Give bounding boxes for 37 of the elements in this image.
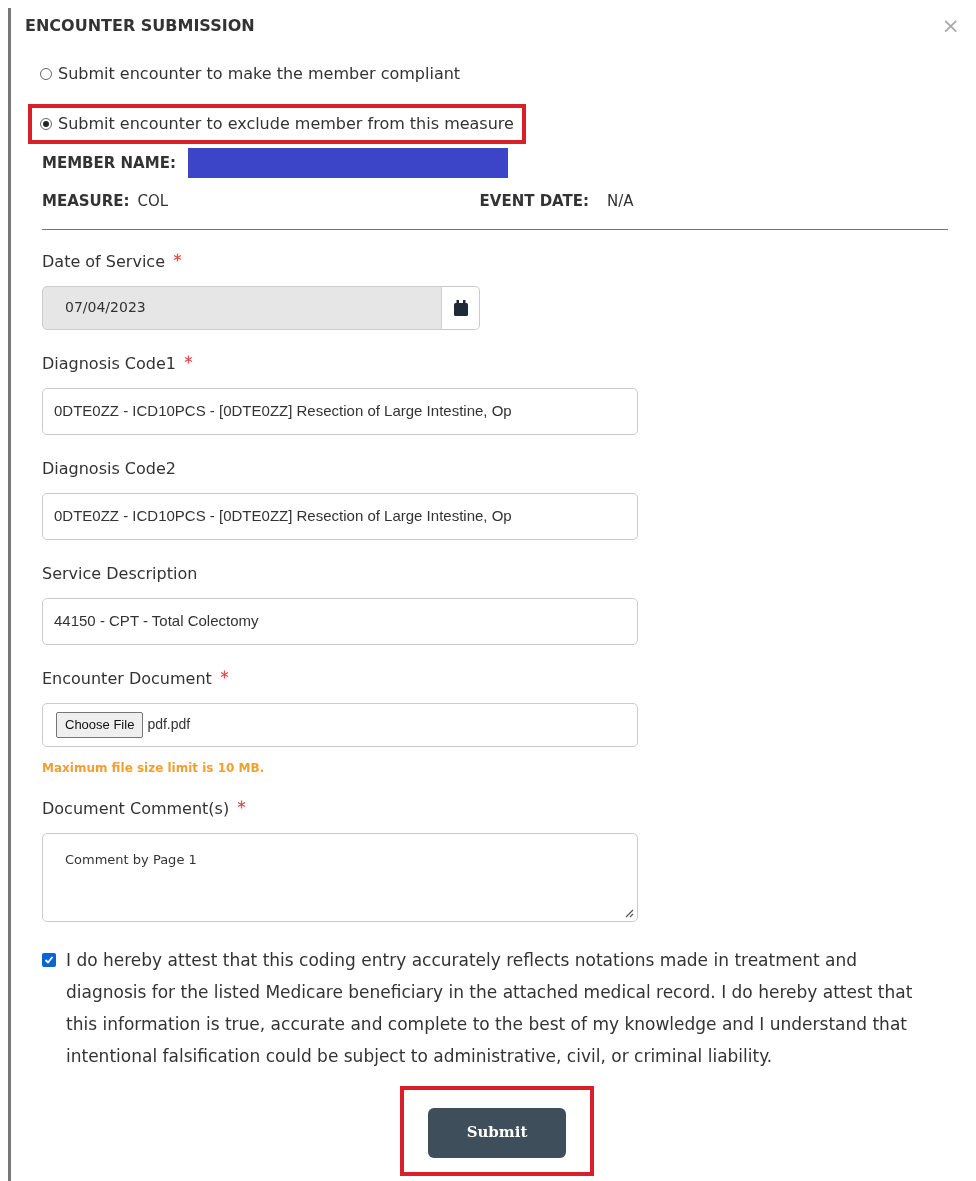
required-asterisk-icon [237, 799, 247, 809]
measure-value: COL [137, 191, 170, 212]
event-date-value: N/A [607, 191, 634, 212]
field-label: Encounter Document [42, 667, 212, 690]
field-label: Service Description [42, 562, 198, 585]
file-size-hint: Maximum file size limit is 10 MB. [42, 759, 266, 777]
choose-file-button[interactable]: Choose File [56, 711, 144, 738]
date-field[interactable]: 07/04/2023 [42, 285, 442, 330]
file-name: pdf.pdf [147, 715, 191, 734]
calendar-icon [453, 299, 468, 316]
file-input-field[interactable]: Choose File pdf.pdf [42, 702, 638, 747]
input-field[interactable]: 0DTE0ZZ - ICD10PCS - [0DTE0ZZ] Resection of Large Intestine, Op [42, 387, 638, 435]
input-field[interactable]: 0DTE0ZZ - ICD10PCS - [0DTE0ZZ] Resection of Large Intestine, Op [42, 492, 638, 540]
comment-textarea[interactable]: Comment by Page 1 [42, 832, 638, 922]
field-label: Diagnosis Code1 [42, 352, 176, 375]
radio-option[interactable]: Submit encounter to make the member compliant [28, 54, 473, 94]
required-asterisk-icon [219, 669, 229, 679]
radio-option[interactable]: Submit encounter to exclude member from this measure [28, 104, 526, 144]
required-asterisk-icon [184, 354, 193, 364]
radio-button[interactable] [40, 68, 52, 80]
radio-label: Submit encounter to make the member compliant [58, 63, 461, 85]
input-field[interactable]: 44150 - CPT - Total Colectomy [42, 597, 638, 645]
field-label: Document Comment(s) [42, 797, 230, 820]
field-label: Diagnosis Code2 [42, 457, 176, 480]
field-label: Date of Service [42, 250, 165, 273]
dialog-title: ENCOUNTER SUBMISSION [25, 15, 255, 37]
calendar-button[interactable] [442, 285, 480, 330]
member-name-label: MEMBER NAME: [42, 152, 176, 174]
event-date-label: EVENT DATE: [479, 191, 590, 212]
attestation-text: I do hereby attest that this coding entry accurately reflects notations made in treatment and diagnosis for the listed Medicare beneficiary in the attached medical record. I do hereby attest that this information is true, accurate and complete to the best of my knowledge and I understand that intentional falsification could be subject to administrative, civil, or criminal liability. [66, 948, 914, 1068]
submit-button[interactable]: Submit [428, 1107, 566, 1158]
resize-handle-icon [625, 908, 634, 918]
radio-label: Submit encounter to exclude member from this measure [58, 113, 514, 135]
radio-button[interactable] [40, 118, 52, 130]
measure-label: MEASURE: [42, 191, 130, 212]
required-asterisk-icon [172, 252, 182, 262]
attestation-checkbox[interactable] [42, 952, 56, 967]
